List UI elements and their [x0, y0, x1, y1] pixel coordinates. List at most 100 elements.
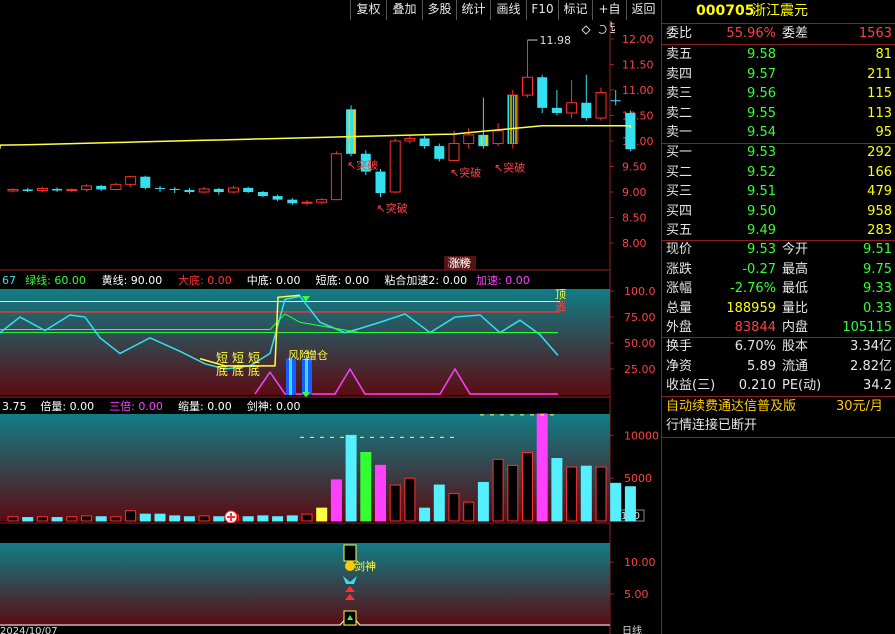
- bid-label: 买二: [666, 164, 693, 180]
- stat-row: 总量 188959 量比 0.33: [664, 299, 894, 319]
- volume-bar: [198, 515, 210, 522]
- highlight-stripe: [485, 134, 488, 147]
- ask-price: 9.57: [747, 66, 776, 82]
- candle-body: [389, 140, 401, 193]
- stock-name: 浙江震元: [752, 3, 808, 19]
- stat-label: 总量: [666, 300, 693, 316]
- highlight-stripe: [480, 134, 483, 147]
- escape-label: 逃: [555, 300, 566, 313]
- ask-row: 卖五 9.58 81: [664, 45, 894, 65]
- stat-label: 换手: [666, 339, 693, 354]
- stat-row: 现价 9.53 今开 9.51: [664, 240, 894, 260]
- volume-bar: [257, 515, 269, 522]
- volume-bar: [360, 452, 372, 522]
- indicator3-bg: [0, 543, 610, 626]
- volume-bar: [286, 515, 298, 522]
- volume-bar: [345, 434, 357, 522]
- volume-bar: [316, 507, 328, 522]
- weibi-label: 委比: [666, 26, 693, 41]
- candle-body: [228, 187, 239, 193]
- ask-row: 卖三 9.56 115: [664, 84, 894, 104]
- short-bottom-label: 短: [232, 351, 244, 365]
- indicator1-header-item: 绿线: 60.00: [25, 273, 86, 287]
- volume-bar: [51, 517, 63, 522]
- indicator1-header-item: 67: [2, 274, 16, 287]
- price-y-tick-label: 9.00: [622, 186, 647, 199]
- volume-bar: [125, 510, 137, 522]
- weibi-value: 55.96%: [726, 26, 776, 41]
- volume-bar: [375, 464, 386, 522]
- volume-bar: [419, 507, 431, 522]
- highlight-stripe: [478, 134, 480, 147]
- highlight-stripe: [351, 109, 353, 154]
- stat-value: -0.27: [742, 261, 776, 277]
- volume-bar: [404, 477, 416, 522]
- candle-body: [301, 201, 313, 204]
- stat-row: 净资 5.89 流通 2.82亿: [664, 357, 894, 377]
- bid-volume: 292: [867, 145, 892, 160]
- promo-row[interactable]: 自动续费通达信普及版 30元/月: [664, 397, 894, 417]
- candle-body: [81, 185, 92, 190]
- risk-bar-highlight: [305, 358, 308, 395]
- weicha-label: 委差: [782, 26, 809, 41]
- ask-label: 卖一: [666, 125, 693, 140]
- volume-y-tick-label: 5000: [624, 472, 652, 485]
- ask-price: 9.58: [747, 47, 776, 62]
- stat-label: 今开: [782, 242, 809, 257]
- candle-body: [125, 176, 137, 185]
- volume-bar: [551, 458, 563, 522]
- stat-value: 9.53: [747, 242, 776, 257]
- candle-body: [272, 196, 283, 200]
- short-bottom-label: 短: [248, 351, 260, 365]
- price-y-tick-label: 11.50: [622, 59, 654, 72]
- stat-value: 0.33: [863, 300, 892, 316]
- stat-value: 2.82亿: [850, 358, 892, 374]
- volume-header-item: 倍量: 0.00: [40, 399, 94, 413]
- promo-text[interactable]: 自动续费通达信普及版: [666, 397, 796, 417]
- candle-body: [7, 188, 19, 192]
- bid-row: 买三 9.51 479: [664, 182, 894, 202]
- volume-bar: [66, 516, 78, 522]
- candle-body: [375, 171, 386, 194]
- stat-value: 9.51: [863, 242, 892, 257]
- promo-price[interactable]: 30元/月: [836, 397, 883, 417]
- volume-bar: [110, 516, 122, 522]
- price-y-tick-label: 8.00: [622, 237, 647, 250]
- volume-header-item: 三倍: 0.00: [109, 399, 163, 413]
- breakout-label: ↖突破: [377, 201, 408, 215]
- indicator1-header-item: 黄线: 90.00: [102, 273, 163, 287]
- volume-bar: [389, 484, 401, 522]
- indicator1-header-item: 中底: 0.00: [247, 273, 301, 287]
- stat-label: 涨幅: [666, 281, 693, 296]
- bid-volume: 479: [867, 184, 892, 199]
- volume-header-item: 3.75: [2, 400, 27, 413]
- ask-label: 卖五: [666, 47, 693, 62]
- highlight-stripe: [346, 109, 348, 154]
- indicator1-header-item: 加速: 0.00: [476, 274, 530, 287]
- volume-bar: [95, 516, 107, 522]
- stat-label: 净资: [666, 358, 693, 374]
- candle-body: [52, 188, 63, 191]
- candle-body: [22, 189, 33, 191]
- bid-volume: 166: [867, 164, 892, 180]
- volume-bar: [624, 486, 636, 522]
- stat-row: 收益(三) 0.210 PE(动) 34.2: [664, 376, 894, 396]
- candle-body: [287, 199, 298, 204]
- highlight-stripe: [512, 95, 515, 144]
- stat-value: 0.210: [738, 378, 776, 393]
- highlight-stripe: [515, 95, 517, 144]
- candle-body: [448, 143, 460, 161]
- candle-body: [330, 153, 342, 201]
- stat-label: 现价: [666, 242, 693, 257]
- ask-volume: 115: [867, 86, 892, 101]
- volume-bar: [301, 513, 313, 522]
- connection-status: 行情连接已断开: [666, 418, 758, 433]
- price-y-tick-label: 8.50: [622, 212, 647, 225]
- chart-area[interactable]: 12.0011.5011.0010.5010.009.509.008.508.0…: [0, 0, 661, 634]
- candle-body: [404, 137, 416, 142]
- volume-bar: [477, 481, 489, 522]
- ask-row: 卖一 9.54 95: [664, 123, 894, 143]
- breakout-label: ↖突破: [347, 158, 378, 172]
- breakout-label: ↖突破: [450, 165, 481, 179]
- ask-volume: 95: [875, 125, 892, 140]
